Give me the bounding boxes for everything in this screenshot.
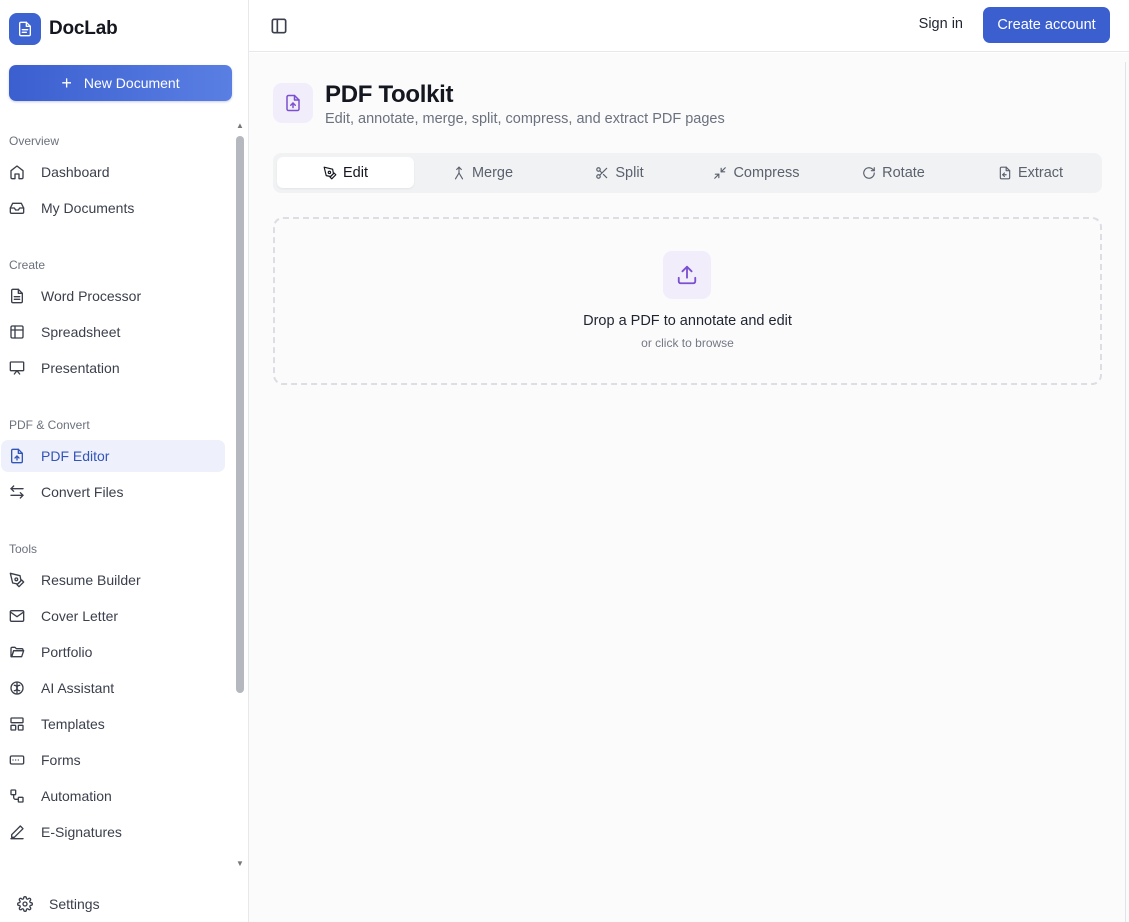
tab-edit[interactable]: Edit — [277, 157, 414, 188]
top-bar: Sign in Create account — [249, 0, 1129, 52]
page-subtitle: Edit, annotate, merge, split, compress, … — [325, 111, 725, 127]
brain-icon — [9, 680, 25, 696]
tab-label: Edit — [343, 164, 368, 181]
workflow-icon — [9, 788, 25, 804]
tab-compress[interactable]: Compress — [688, 157, 825, 188]
sidebar-item-ai-assistant[interactable]: AI Assistant — [1, 672, 225, 704]
pen-tool-icon — [9, 572, 25, 588]
sign-in-button[interactable]: Sign in — [919, 16, 963, 32]
tab-label: Compress — [733, 164, 800, 181]
tab-extract[interactable]: Extract — [962, 157, 1099, 188]
scroll-up-arrow-icon[interactable]: ▲ — [235, 122, 245, 130]
tab-label: Extract — [1017, 164, 1064, 181]
sidebar-item-label: My Documents — [41, 200, 135, 216]
brand[interactable]: DocLab — [9, 13, 118, 45]
presentation-icon — [9, 360, 25, 376]
tab-merge[interactable]: Merge — [414, 157, 551, 188]
sidebar-item-label: Portfolio — [41, 644, 93, 660]
settings-label: Settings — [49, 896, 100, 912]
brand-name: DocLab — [49, 18, 118, 39]
section-title-create: Create — [9, 258, 46, 272]
table-icon — [9, 324, 25, 340]
plus-icon: + — [61, 73, 72, 93]
file-upload-icon — [9, 448, 25, 464]
gear-icon — [17, 896, 33, 912]
sidebar-item-label: Forms — [41, 752, 81, 768]
sidebar-nav: Overview Dashboard My Documents Create W — [0, 110, 232, 870]
sidebar-item-word-processor[interactable]: Word Processor — [1, 280, 225, 312]
sidebar-item-label: Automation — [41, 788, 112, 804]
sidebar-item-label: Spreadsheet — [41, 324, 121, 340]
extract-icon — [998, 166, 1012, 180]
main-content: PDF Toolkit Edit, annotate, merge, split… — [249, 53, 1129, 922]
dropzone-title: Drop a PDF to annotate and edit — [583, 313, 792, 329]
sidebar-item-label: AI Assistant — [41, 680, 115, 696]
new-document-button[interactable]: + New Document — [9, 65, 232, 101]
tab-label: Rotate — [882, 164, 925, 181]
tab-split[interactable]: Split — [551, 157, 688, 188]
sidebar-item-e-signatures[interactable]: E-Signatures — [1, 816, 225, 848]
page-title: PDF Toolkit — [325, 81, 454, 108]
input-field-icon — [9, 752, 25, 768]
layout-icon — [9, 716, 25, 732]
sidebar-item-label: E-Signatures — [41, 824, 122, 840]
sidebar-item-pdf-editor[interactable]: PDF Editor — [1, 440, 225, 472]
create-account-button[interactable]: Create account — [983, 7, 1110, 43]
pdf-file-icon — [273, 83, 313, 123]
content-divider — [1125, 62, 1126, 922]
sidebar-item-my-documents[interactable]: My Documents — [1, 192, 225, 224]
sidebar-item-forms[interactable]: Forms — [1, 744, 225, 776]
sidebar-toggle-icon[interactable] — [269, 16, 289, 36]
sidebar-item-resume-builder[interactable]: Resume Builder — [1, 564, 225, 596]
home-icon — [9, 164, 25, 180]
new-document-label: New Document — [83, 75, 180, 91]
merge-icon — [452, 166, 466, 180]
mail-icon — [9, 608, 25, 624]
scrollbar-thumb[interactable] — [236, 136, 244, 693]
minimize-icon — [713, 166, 727, 180]
section-title-tools: Tools — [9, 542, 38, 556]
sidebar-item-label: Resume Builder — [41, 572, 141, 588]
tab-rotate[interactable]: Rotate — [825, 157, 962, 188]
tab-label: Merge — [471, 164, 514, 181]
upload-icon — [663, 251, 711, 299]
folder-open-icon — [9, 644, 25, 660]
sidebar-scrollbar[interactable]: ▲ ▼ — [233, 118, 247, 868]
sidebar-item-label: Presentation — [41, 360, 120, 376]
doclab-logo-icon — [9, 13, 41, 45]
document-icon — [9, 288, 25, 304]
arrows-swap-icon — [9, 484, 25, 500]
app-window: DocLab + New Document Overview Dashboard… — [0, 0, 1129, 922]
sidebar-item-cover-letter[interactable]: Cover Letter — [1, 600, 225, 632]
scissors-icon — [595, 166, 609, 180]
pen-tool-icon — [323, 166, 337, 180]
sidebar-item-presentation[interactable]: Presentation — [1, 352, 225, 384]
sidebar-item-label: Word Processor — [41, 288, 142, 304]
sidebar-item-spreadsheet[interactable]: Spreadsheet — [1, 316, 225, 348]
scroll-down-arrow-icon[interactable]: ▼ — [235, 860, 245, 868]
sidebar-item-dashboard[interactable]: Dashboard — [1, 156, 225, 188]
tab-label: Split — [615, 164, 644, 181]
sidebar-item-label: Templates — [41, 716, 105, 732]
sidebar-item-label: Dashboard — [41, 164, 110, 180]
pencil-icon — [9, 824, 25, 840]
sidebar: DocLab + New Document Overview Dashboard… — [0, 0, 249, 922]
rotate-icon — [862, 166, 876, 180]
sidebar-item-automation[interactable]: Automation — [1, 780, 225, 812]
section-title-pdf-convert: PDF & Convert — [9, 418, 90, 432]
sidebar-item-label: PDF Editor — [41, 448, 110, 464]
dropzone-subtitle: or click to browse — [641, 336, 734, 350]
pdf-dropzone[interactable]: Drop a PDF to annotate and edit or click… — [273, 217, 1102, 385]
section-title-overview: Overview — [9, 134, 60, 148]
toolkit-tabs: Edit Merge Split Compress Rotate Extract — [273, 153, 1102, 193]
sidebar-item-label: Convert Files — [41, 484, 124, 500]
settings-link[interactable]: Settings — [9, 890, 100, 918]
sidebar-item-templates[interactable]: Templates — [1, 708, 225, 740]
inbox-icon — [9, 200, 25, 216]
sidebar-item-portfolio[interactable]: Portfolio — [1, 636, 225, 668]
sidebar-item-convert-files[interactable]: Convert Files — [1, 476, 225, 508]
sidebar-item-label: Cover Letter — [41, 608, 119, 624]
